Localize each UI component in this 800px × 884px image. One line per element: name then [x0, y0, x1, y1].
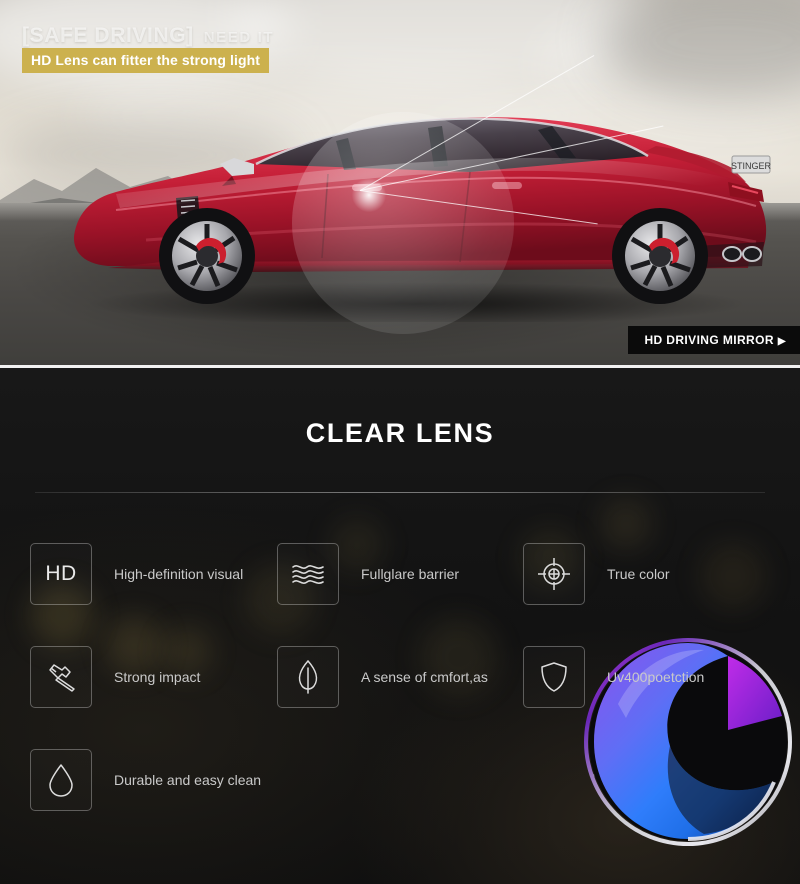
shield-icon	[523, 646, 585, 708]
hero-kicker: [SAFE DRIVING] NEED IT	[22, 24, 274, 48]
feature-row-1: HD High-definition visual Fullglare barr…	[0, 525, 800, 628]
hd-text-icon: HD	[30, 543, 92, 605]
feature-label: True color	[607, 566, 670, 582]
hero-kicker-sub: NEED IT	[203, 29, 275, 46]
feature-label: Uv400poetction	[607, 669, 705, 685]
feature-item-uv400-protection[interactable]: Uv400poetction	[523, 646, 704, 708]
page-title: CLEAR LENS	[305, 418, 495, 448]
crosshair-icon	[523, 543, 585, 605]
leaf-icon	[277, 646, 339, 708]
water-drop-icon	[30, 749, 92, 811]
feature-item-durable-easy-clean[interactable]: Durable and easy clean	[30, 749, 261, 811]
feature-item-strong-impact[interactable]: Strong impact	[30, 646, 200, 708]
feature-label: Fullglare barrier	[361, 566, 460, 582]
hero-banner: STINGER [SAFE DRIVING] NEED IT HD Lens c…	[0, 0, 800, 368]
hd-driving-mirror-tag[interactable]: HD DRIVING MIRROR ▶	[628, 326, 800, 354]
feature-item-comfort[interactable]: A sense of cmfort,as	[277, 646, 488, 708]
feature-label: Strong impact	[114, 669, 201, 685]
feature-item-high-definition-visual[interactable]: HD High-definition visual	[30, 543, 243, 605]
hd-driving-mirror-label: HD DRIVING MIRROR	[644, 333, 774, 347]
waves-icon	[277, 543, 339, 605]
feature-item-true-color[interactable]: True color	[523, 543, 670, 605]
hero-kicker-main: [SAFE DRIVING]	[22, 24, 194, 47]
feature-item-fullglare-barrier[interactable]: Fullglare barrier	[277, 543, 459, 605]
feature-row-2: Strong impact A sense of cmfort,as Uv400…	[0, 628, 800, 731]
play-caret-icon: ▶	[777, 336, 786, 347]
hammer-icon	[30, 646, 92, 708]
hero-badge-label: HD Lens can fitter the strong light	[31, 52, 261, 68]
feature-label: A sense of cmfort,as	[361, 669, 488, 685]
svg-text:STINGER: STINGER	[731, 161, 772, 171]
feature-row-3: Durable and easy clean	[0, 731, 800, 834]
hd-icon-label: HD	[45, 562, 77, 585]
red-sports-car: STINGER	[56, 86, 776, 322]
feature-label: High-definition visual	[114, 566, 244, 582]
feature-label: Durable and easy clean	[114, 772, 262, 788]
hero-badge: HD Lens can fitter the strong light	[22, 48, 270, 73]
title-divider	[35, 492, 765, 493]
